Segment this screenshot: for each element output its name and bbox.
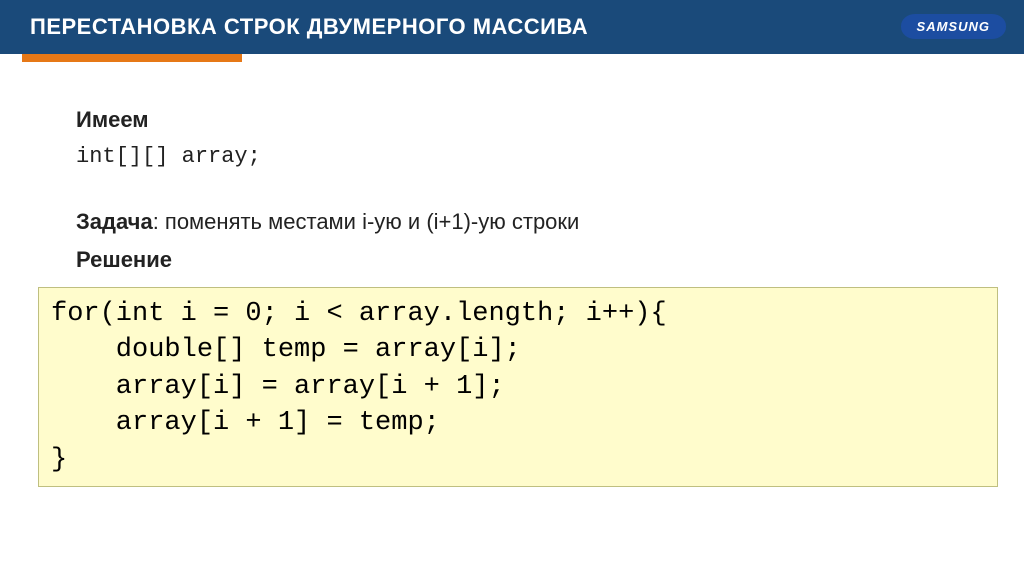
have-label: Имеем xyxy=(76,102,948,137)
solution-label: Решение xyxy=(76,242,948,277)
task-label: Задача xyxy=(76,209,153,234)
samsung-logo: SAMSUNG xyxy=(901,14,1006,39)
spacer xyxy=(76,176,948,204)
code-block: for(int i = 0; i < array.length; i++){ d… xyxy=(38,287,998,487)
header-accent-bar xyxy=(22,54,242,62)
slide-content: Имеем int[][] array; Задача: поменять ме… xyxy=(0,54,1024,487)
slide-header: ПЕРЕСТАНОВКА СТРОК ДВУМЕРНОГО МАССИВА SA… xyxy=(0,0,1024,54)
task-line: Задача: поменять местами i-ую и (i+1)-ую… xyxy=(76,204,948,239)
slide-title: ПЕРЕСТАНОВКА СТРОК ДВУМЕРНОГО МАССИВА xyxy=(0,14,588,40)
array-declaration: int[][] array; xyxy=(76,139,948,174)
task-text: : поменять местами i-ую и (i+1)-ую строк… xyxy=(153,209,580,234)
